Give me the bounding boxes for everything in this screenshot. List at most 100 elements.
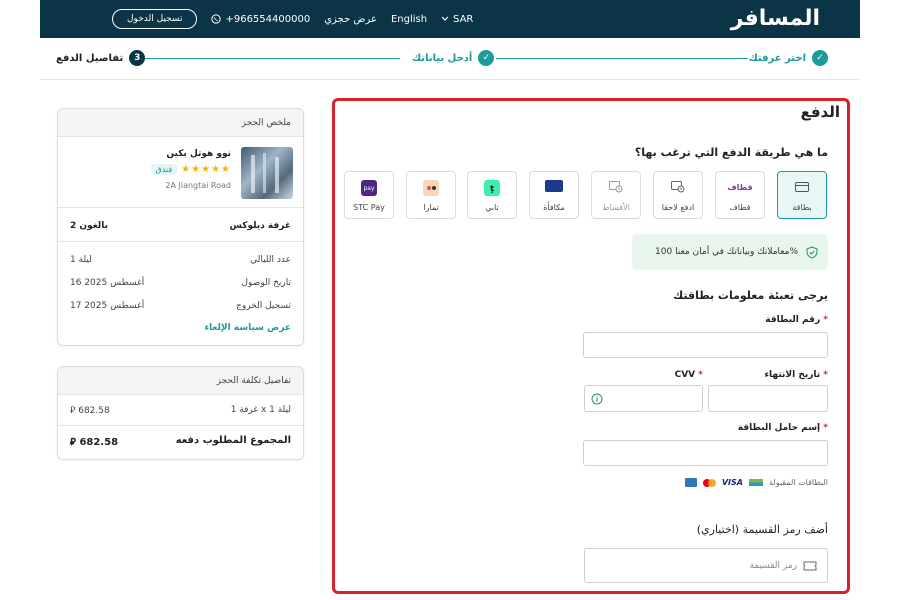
visa-icon: VISA <box>721 478 743 487</box>
phone-link[interactable]: +966554400000 <box>211 14 310 25</box>
step-choose-room[interactable]: اختر غرفتك ✓ <box>749 50 828 66</box>
checkin-label: تاريخ الوصول <box>241 278 292 288</box>
method-stc-pay[interactable]: pay STC Pay <box>344 171 394 219</box>
amex-icon <box>684 478 697 487</box>
hotel-name: نوو هوتل بكين <box>166 149 231 159</box>
card-number-label: رقم البطاقة * <box>765 315 828 325</box>
booking-summary-title: ملخص الحجز <box>58 109 303 137</box>
clock-card-icon <box>669 180 687 194</box>
divider <box>58 425 303 426</box>
step-label: تفاصيل الدفع <box>56 52 124 64</box>
method-label: تمارا <box>423 203 439 212</box>
label-text: CVV <box>674 370 696 380</box>
my-booking-link[interactable]: عرض حجزي <box>324 14 377 25</box>
site-logo[interactable]: المسافر <box>730 4 821 32</box>
info-icon[interactable] <box>591 393 603 405</box>
coupon-input[interactable]: رمز القسيمة <box>584 548 828 583</box>
method-label: STC Pay <box>353 203 385 212</box>
step-connector <box>496 58 748 59</box>
top-navbar: المسافر تسجيل الدخول +966554400000 عرض ح… <box>40 0 860 38</box>
method-mokafaa[interactable]: مكافأة <box>529 171 579 219</box>
language-switch[interactable]: English <box>391 14 427 25</box>
checkout-label: تسجيل الخروج <box>236 301 291 311</box>
cvv-input[interactable] <box>584 385 703 412</box>
label-text: رقم البطاقة <box>765 315 821 325</box>
coupon-placeholder: رمز القسيمة <box>749 560 797 571</box>
method-tabby[interactable]: ṯ تابي <box>467 171 517 219</box>
riyal-icon: ⃁ <box>70 437 76 448</box>
card-holder-label: إسم حامل البطاقة * <box>737 423 828 433</box>
payment-title: الدفع <box>800 103 840 121</box>
card-form-title: يرجى تعبئة معلومات بطاقتك <box>673 289 828 302</box>
step-connector <box>144 58 400 59</box>
currency-select[interactable]: SAR <box>441 14 473 25</box>
stcpay-icon: pay <box>361 180 377 196</box>
installments-icon <box>607 180 625 194</box>
cost-line-value: 682.58 <box>78 406 110 416</box>
method-label: مكافأة <box>543 203 565 212</box>
method-card[interactable]: بطاقة <box>777 171 827 219</box>
guests-value: 2 بالغون <box>70 221 108 231</box>
divider <box>58 207 303 208</box>
nights-row: 1 ليلة عدد الليالي <box>70 255 291 265</box>
method-installments[interactable]: الأقساط <box>591 171 641 219</box>
cost-line-label: 1 غرفة x 1 ليلة <box>230 405 291 415</box>
card-number-input[interactable] <box>583 332 828 358</box>
logo-text: المسافر <box>730 5 821 31</box>
accepted-cards-label: البطاقات المقبولة <box>768 478 828 487</box>
method-label: بطاقة <box>792 203 812 212</box>
nights-value: 1 ليلة <box>70 255 92 265</box>
cvv-label: CVV * <box>674 370 703 380</box>
checkin-row: 16 أغسطس 2025 تاريخ الوصول <box>70 278 291 288</box>
whatsapp-icon <box>211 14 222 24</box>
card-icon <box>793 180 811 194</box>
cost-line-row: ⃁ 682.58 1 غرفة x 1 ليلة <box>70 405 291 416</box>
currency-label: SAR <box>453 13 474 25</box>
method-pay-later[interactable]: ادفع لاحقا <box>653 171 703 219</box>
booking-summary-card: ملخص الحجز نوو هوتل بكين فندق ★★★★★ 2A J… <box>57 108 304 346</box>
method-label: الأقساط <box>602 203 630 212</box>
hotel-image <box>241 147 293 199</box>
riyal-icon: ⃁ <box>70 406 76 416</box>
card-holder-input[interactable] <box>583 440 828 466</box>
shield-check-icon <box>806 245 818 259</box>
check-icon: ✓ <box>478 50 495 66</box>
chevron-down-icon <box>441 16 449 21</box>
total-value: 682.58 <box>79 437 119 448</box>
total-amount: ⃁ 682.58 <box>70 435 118 448</box>
mada-icon <box>748 479 763 486</box>
room-row: 2 بالغون غرفة ديلوكس <box>70 221 291 231</box>
hotel-type-badge: فندق <box>150 164 178 175</box>
accepted-cards-row: VISA البطاقات المقبولة <box>684 478 828 487</box>
method-label: ادفع لاحقا <box>661 203 695 212</box>
cancel-policy-row: عرض سياسة الإلغاء <box>70 323 291 333</box>
checkout-steps: اختر غرفتك ✓ أدخل بياناتك ✓ تفاصيل الدفع… <box>40 40 860 80</box>
total-label: المجموع المطلوب دفعه <box>175 435 291 446</box>
method-qitaf[interactable]: قطاف قطاف <box>715 171 765 219</box>
label-text: إسم حامل البطاقة <box>737 423 821 433</box>
hotel-address: 2A Jiangtai Road <box>165 181 231 190</box>
star-rating: ★★★★★ <box>181 164 231 175</box>
label-text: تاريخ الانتهاء <box>764 370 821 380</box>
login-button[interactable]: تسجيل الدخول <box>112 9 198 29</box>
tabby-icon: ṯ <box>484 180 500 196</box>
cancel-policy-link[interactable]: عرض سياسة الإلغاء <box>204 323 291 333</box>
room-type: غرفة ديلوكس <box>229 221 291 231</box>
mastercard-icon <box>702 478 716 487</box>
payment-question: ما هي طريقة الدفع التي ترغب بها؟ <box>634 146 828 159</box>
step-label: أدخل بياناتك <box>412 52 473 64</box>
cost-details-card: تفاصيل تكلفة الحجز ⃁ 682.58 1 غرفة x 1 ل… <box>57 366 304 460</box>
checkout-value: 17 أغسطس 2025 <box>70 301 145 311</box>
phone-number: +966554400000 <box>225 13 311 25</box>
step-enter-details[interactable]: أدخل بياناتك ✓ <box>412 50 495 66</box>
ticket-icon <box>803 561 817 570</box>
method-tamara[interactable]: تمارا <box>406 171 456 219</box>
checkout-row: 17 أغسطس 2025 تسجيل الخروج <box>70 301 291 311</box>
cost-line-amount: ⃁ 682.58 <box>70 405 110 416</box>
expiry-input[interactable] <box>708 385 828 412</box>
expiry-label: تاريخ الانتهاء * <box>764 370 828 380</box>
mokafaa-icon <box>545 180 563 192</box>
divider <box>58 241 303 242</box>
method-label: قطاف <box>729 203 751 212</box>
tamara-icon <box>423 180 439 196</box>
